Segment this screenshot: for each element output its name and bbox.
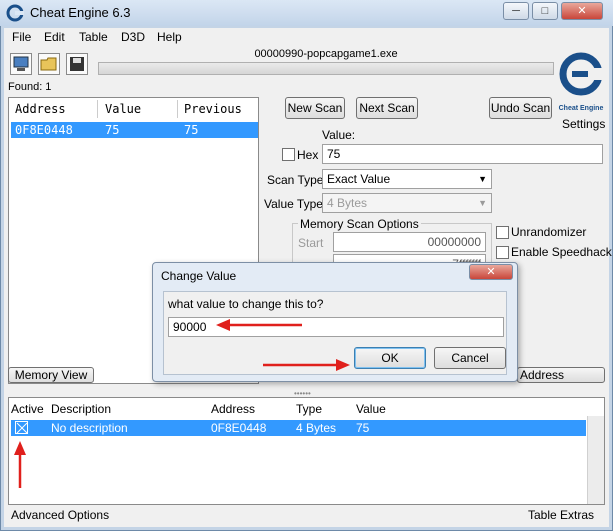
dropdown-arrow-icon: ▼ (478, 198, 487, 208)
cheat-engine-app-icon (6, 4, 24, 22)
settings-label[interactable]: Settings (562, 117, 605, 131)
hex-checkbox[interactable] (282, 148, 295, 161)
column-value[interactable]: Value (105, 102, 141, 116)
entry-description: No description (51, 421, 128, 435)
ok-button[interactable]: OK (354, 347, 426, 369)
save-icon (70, 57, 84, 71)
table-extras-link[interactable]: Table Extras (528, 508, 594, 522)
logo-text: Cheat Engine (559, 105, 604, 112)
result-row[interactable]: 0F8E0448 75 75 (11, 122, 258, 138)
dialog-title: Change Value (161, 269, 237, 283)
open-file-button[interactable] (38, 53, 60, 75)
cancel-button[interactable]: Cancel (434, 347, 506, 369)
dialog-prompt: what value to change this to? (168, 297, 324, 311)
cheat-engine-logo[interactable]: Cheat Engine (556, 48, 606, 114)
column-description[interactable]: Description (51, 402, 111, 416)
scan-type-select[interactable]: Exact Value ▼ (322, 169, 492, 189)
computer-icon (13, 56, 29, 71)
add-address-manually-button[interactable]: Address Manually (517, 367, 605, 383)
scan-type-value: Exact Value (327, 172, 391, 186)
value-label: Value: (322, 128, 356, 142)
menu-d3d[interactable]: D3D (121, 30, 145, 44)
vertical-scrollbar[interactable] (587, 416, 604, 504)
cheat-table[interactable]: Active Description Address Type Value No… (8, 397, 605, 505)
column-previous[interactable]: Previous (184, 102, 242, 116)
column-address[interactable]: Address (15, 102, 66, 116)
entry-address: 0F8E0448 (211, 421, 267, 435)
folder-icon (40, 57, 57, 71)
column-address[interactable]: Address (211, 402, 255, 416)
checkbox-cross-icon (16, 422, 28, 434)
scan-progress-bar (98, 62, 554, 75)
active-checkbox[interactable] (15, 421, 28, 434)
next-scan-button[interactable]: Next Scan (356, 97, 418, 119)
process-name: 00000990-popcapgame1.exe (254, 48, 398, 60)
advanced-options-link[interactable]: Advanced Options (11, 508, 109, 522)
maximize-button[interactable]: □ (532, 2, 558, 20)
dialog-close-button[interactable]: ✕ (469, 264, 513, 280)
undo-scan-button[interactable]: Undo Scan (489, 97, 552, 119)
unrandomizer-label: Unrandomizer (511, 225, 587, 239)
cheat-table-row[interactable]: No description 0F8E0448 4 Bytes 75 (11, 420, 586, 436)
speedhack-checkbox[interactable] (496, 246, 509, 259)
value-type-label: Value Type (264, 197, 323, 211)
memory-scan-options-label: Memory Scan Options (298, 217, 421, 231)
save-button[interactable] (66, 53, 88, 75)
value-type-select[interactable]: 4 Bytes ▼ (322, 193, 492, 213)
unrandomizer-checkbox[interactable] (496, 226, 509, 239)
column-value[interactable]: Value (356, 402, 386, 416)
found-count: Found: 1 (8, 81, 52, 93)
menu-bar: File Edit Table D3D Help (4, 28, 609, 46)
new-value-input[interactable]: 90000 (168, 317, 504, 337)
scan-value-input[interactable]: 75 (322, 144, 603, 164)
result-value: 75 (105, 123, 120, 137)
new-scan-button[interactable]: New Scan (285, 97, 345, 119)
value-type-value: 4 Bytes (327, 196, 368, 210)
scan-type-label: Scan Type (267, 173, 324, 187)
menu-file[interactable]: File (12, 30, 31, 44)
result-previous: 75 (184, 123, 199, 137)
menu-table[interactable]: Table (79, 30, 108, 44)
memory-view-button[interactable]: Memory View (8, 367, 94, 383)
dropdown-arrow-icon: ▼ (478, 174, 487, 184)
menu-edit[interactable]: Edit (44, 30, 65, 44)
minimize-button[interactable]: ─ (503, 2, 529, 20)
window-title: Cheat Engine 6.3 (30, 5, 131, 20)
splitter-handle[interactable]: •••••• (4, 388, 609, 398)
result-address: 0F8E0448 (15, 123, 73, 137)
open-process-button[interactable] (10, 53, 32, 75)
start-label: Start (298, 236, 324, 250)
column-active[interactable]: Active (11, 402, 44, 416)
dialog-body: what value to change this to? 90000 OK C… (163, 291, 507, 375)
column-type[interactable]: Type (296, 402, 322, 416)
entry-value: 75 (356, 421, 370, 435)
entry-type: 4 Bytes (296, 421, 337, 435)
start-address-input[interactable]: 00000000 (333, 232, 486, 252)
speedhack-label: Enable Speedhack (511, 245, 612, 259)
close-button[interactable]: ✕ (561, 2, 603, 20)
menu-help[interactable]: Help (157, 30, 182, 44)
change-value-dialog: Change Value ✕ what value to change this… (152, 262, 518, 382)
hex-label: Hex (297, 148, 319, 162)
